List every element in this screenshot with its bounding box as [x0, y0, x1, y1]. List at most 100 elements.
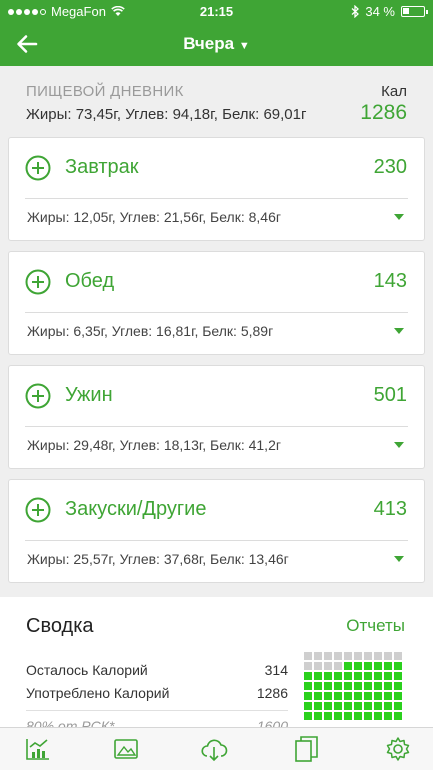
grid-cell [344, 702, 352, 710]
calorie-grid [304, 652, 408, 720]
divider [26, 710, 288, 711]
summary-row-value: 1286 [256, 685, 288, 701]
grid-cell [314, 672, 322, 680]
grid-cell [364, 662, 372, 670]
grid-cell [374, 692, 382, 700]
grid-cell [394, 712, 402, 720]
copy-pages-icon[interactable] [293, 735, 321, 763]
chart-trend-icon[interactable] [24, 735, 52, 763]
summary-row-label: Употреблено Калорий [26, 685, 170, 701]
grid-cell [394, 692, 402, 700]
grid-cell [354, 672, 362, 680]
grid-cell [364, 672, 372, 680]
meal-name: Закуски/Другие [65, 498, 207, 520]
grid-cell [374, 702, 382, 710]
diary-label: ПИЩЕВОЙ ДНЕВНИК [26, 83, 184, 100]
diary-header: ПИЩЕВОЙ ДНЕВНИК Жиры: 73,45г, Углев: 94,… [0, 66, 433, 134]
meal-calories: 230 [373, 156, 407, 178]
grid-cell [354, 662, 362, 670]
grid-cell [314, 692, 322, 700]
grid-cell [384, 662, 392, 670]
grid-cell [354, 712, 362, 720]
grid-cell [364, 692, 372, 700]
expand-chevron-icon[interactable] [394, 328, 404, 334]
meal-card-snacks[interactable]: Закуски/Другие 413 Жиры: 25,57г, Углев: … [8, 479, 425, 583]
grid-cell [324, 712, 332, 720]
grid-cell [364, 702, 372, 710]
meal-calories: 501 [373, 384, 407, 406]
caret-down-icon: ▼ [238, 40, 250, 52]
grid-cell [394, 672, 402, 680]
total-calories: 1286 [360, 101, 407, 124]
grid-cell [384, 692, 392, 700]
grid-cell [374, 652, 382, 660]
meal-name: Обед [65, 270, 115, 292]
image-icon[interactable] [112, 735, 140, 763]
grid-cell [304, 682, 312, 690]
battery-percent: 34 % [365, 4, 395, 19]
expand-chevron-icon[interactable] [394, 442, 404, 448]
summary-row: Употреблено Калорий 1286 [26, 685, 288, 701]
add-circle-icon[interactable] [25, 269, 51, 295]
grid-cell [324, 702, 332, 710]
grid-cell [394, 702, 402, 710]
grid-cell [304, 662, 312, 670]
reports-link[interactable]: Отчеты [346, 616, 405, 636]
date-selector[interactable]: Вчера ▼ [0, 34, 433, 54]
gear-icon[interactable] [384, 735, 412, 763]
grid-cell [384, 682, 392, 690]
grid-cell [334, 692, 342, 700]
grid-cell [334, 662, 342, 670]
grid-cell [304, 702, 312, 710]
grid-cell [354, 652, 362, 660]
add-circle-icon[interactable] [25, 383, 51, 409]
summary-section: Сводка Отчеты Осталось Калорий 314 Употр… [0, 597, 433, 727]
summary-row: 80% от РСК* 1600 [26, 718, 288, 727]
grid-cell [384, 652, 392, 660]
cloud-download-icon[interactable] [200, 735, 228, 763]
grid-cell [334, 712, 342, 720]
meal-name: Ужин [65, 384, 113, 406]
meal-card-dinner[interactable]: Ужин 501 Жиры: 29,48г, Углев: 18,13г, Бе… [8, 365, 425, 469]
grid-cell [364, 652, 372, 660]
grid-cell [344, 692, 352, 700]
status-right: 34 % [351, 4, 428, 19]
grid-cell [334, 672, 342, 680]
grid-cell [324, 672, 332, 680]
nav-bar: Вчера ▼ [0, 22, 433, 66]
expand-chevron-icon[interactable] [394, 556, 404, 562]
battery-fill [403, 8, 410, 14]
grid-cell [344, 712, 352, 720]
grid-cell [324, 682, 332, 690]
meal-macros: Жиры: 25,57г, Углев: 37,68г, Белк: 13,46… [27, 551, 289, 567]
diary-macros: Жиры: 73,45г, Углев: 94,18г, Белк: 69,01… [26, 106, 307, 123]
expand-chevron-icon[interactable] [394, 214, 404, 220]
divider [25, 426, 408, 427]
grid-cell [384, 702, 392, 710]
grid-cell [334, 682, 342, 690]
summary-row-value: 1600 [256, 718, 288, 727]
meal-card-lunch[interactable]: Обед 143 Жиры: 6,35г, Углев: 16,81г, Бел… [8, 251, 425, 355]
grid-cell [324, 652, 332, 660]
meal-calories: 143 [373, 270, 407, 292]
meal-macros: Жиры: 12,05г, Углев: 21,56г, Белк: 8,46г [27, 209, 281, 225]
grid-cell [394, 652, 402, 660]
grid-cell [354, 702, 362, 710]
summary-row-value: 314 [264, 662, 288, 678]
grid-cell [304, 672, 312, 680]
add-circle-icon[interactable] [25, 155, 51, 181]
divider [25, 198, 408, 199]
grid-cell [394, 662, 402, 670]
add-circle-icon[interactable] [25, 497, 51, 523]
battery-icon [401, 6, 428, 17]
grid-cell [354, 692, 362, 700]
meal-card-breakfast[interactable]: Завтрак 230 Жиры: 12,05г, Углев: 21,56г,… [8, 137, 425, 241]
grid-cell [314, 682, 322, 690]
grid-cell [314, 662, 322, 670]
grid-cell [374, 672, 382, 680]
date-title: Вчера [183, 34, 235, 53]
grid-cell [364, 712, 372, 720]
summary-row-label: 80% от РСК* [26, 718, 115, 727]
grid-cell [384, 672, 392, 680]
meal-macros: Жиры: 6,35г, Углев: 16,81г, Белк: 5,89г [27, 323, 274, 339]
